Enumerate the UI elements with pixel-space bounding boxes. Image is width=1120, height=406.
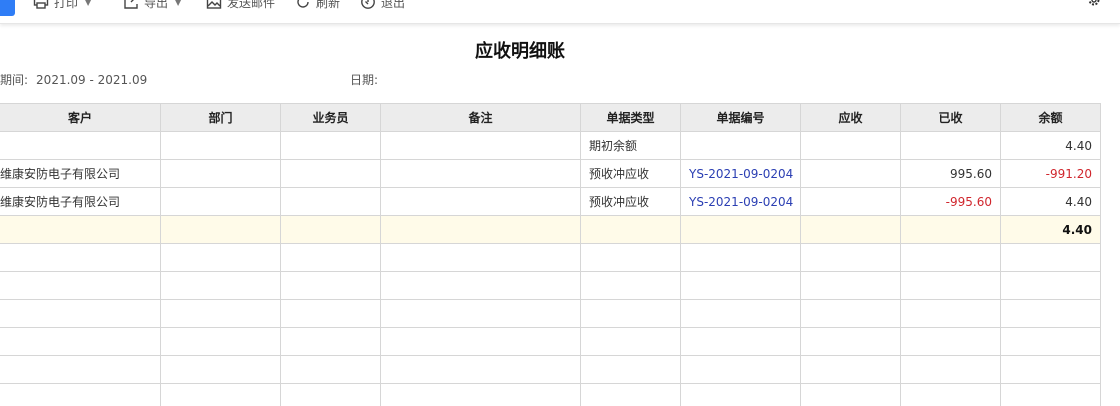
table-row[interactable]: 维康安防电子有限公司 预收冲应收 YS-2021-09-0204 -995.60…	[0, 187, 1101, 216]
period-value: 2021.09 - 2021.09	[36, 73, 148, 87]
cell-balance: 4.40	[1000, 187, 1101, 216]
ledger-table: 客户 部门 业务员 备注 单据类型 单据编号 应收 已收 余额 期初余额 4.4…	[0, 103, 1101, 406]
total-row: 4.40	[0, 215, 1101, 244]
cell-doc-type: 预收冲应收	[580, 187, 681, 216]
report-title: 应收明细账	[475, 41, 565, 62]
table-row[interactable]: 期初余额 4.40	[0, 131, 1101, 160]
cell-note	[380, 131, 581, 160]
period-label: 期间:	[0, 73, 29, 87]
empty-row	[0, 271, 1101, 300]
col-header-salesperson[interactable]: 业务员	[280, 103, 381, 132]
doc-no-link[interactable]: YS-2021-09-0204	[680, 187, 801, 216]
col-header-receivable[interactable]: 应收	[800, 103, 901, 132]
chevron-down-icon: ▼	[175, 0, 182, 7]
cell-doc-no	[680, 131, 801, 160]
exit-icon	[361, 0, 375, 9]
empty-row	[0, 355, 1101, 384]
chevron-down-icon: ▼	[85, 0, 92, 7]
exit-button[interactable]: 退出	[360, 0, 405, 12]
cell-received	[900, 131, 1001, 160]
table-header: 客户 部门 业务员 备注 单据类型 单据编号 应收 已收 余额	[0, 103, 1101, 132]
refresh-label: 刷新	[316, 0, 341, 10]
date-label: 日期:	[350, 73, 379, 87]
date-meta: 日期:	[350, 71, 378, 88]
image-mail-icon	[206, 0, 222, 9]
table-row[interactable]: 维康安防电子有限公司 预收冲应收 YS-2021-09-0204 995.60 …	[0, 159, 1101, 188]
print-label: 打印	[54, 0, 79, 10]
cell-receivable	[800, 159, 901, 188]
toolbar: 打印 ▼ 导出 ▼ 发送邮件 刷新 退出	[0, 0, 1120, 24]
cell-note	[380, 159, 581, 188]
cell-doc-type: 期初余额	[580, 131, 681, 160]
col-header-balance[interactable]: 余额	[1000, 103, 1101, 132]
col-header-customer[interactable]: 客户	[0, 103, 161, 132]
cell-receivable	[800, 187, 901, 216]
print-button[interactable]: 打印 ▼	[33, 0, 91, 12]
col-header-department[interactable]: 部门	[160, 103, 281, 132]
col-header-note[interactable]: 备注	[380, 103, 581, 132]
cell-salesperson	[280, 131, 381, 160]
empty-row	[0, 243, 1101, 272]
cell-customer: 维康安防电子有限公司	[0, 187, 161, 216]
cell-balance: -991.20	[1000, 159, 1101, 188]
doc-no-link[interactable]: YS-2021-09-0204	[680, 159, 801, 188]
empty-row	[0, 327, 1101, 356]
send-email-button[interactable]: 发送邮件	[206, 0, 275, 12]
toolbar-accent	[0, 0, 15, 16]
exit-label: 退出	[381, 0, 406, 10]
cell-department	[160, 131, 281, 160]
empty-row	[0, 383, 1101, 406]
cell-salesperson	[280, 187, 381, 216]
refresh-button[interactable]: 刷新	[295, 0, 340, 12]
cell-doc-type: 预收冲应收	[580, 159, 681, 188]
col-header-received[interactable]: 已收	[900, 103, 1001, 132]
send-email-label: 发送邮件	[227, 0, 276, 10]
empty-row	[0, 299, 1101, 328]
col-header-doc-no[interactable]: 单据编号	[680, 103, 801, 132]
export-icon	[124, 0, 138, 9]
cell-received: 995.60	[900, 159, 1001, 188]
export-label: 导出	[144, 0, 169, 10]
printer-icon	[33, 0, 49, 9]
cell-customer: 维康安防电子有限公司	[0, 159, 161, 188]
refresh-icon	[297, 0, 309, 8]
cell-received: -995.60	[900, 187, 1001, 216]
cell-customer	[0, 131, 161, 160]
total-balance: 4.40	[1000, 215, 1101, 244]
export-button[interactable]: 导出 ▼	[123, 0, 181, 12]
period-meta: 期间: 2021.09 - 2021.09	[0, 71, 147, 88]
cell-salesperson	[280, 159, 381, 188]
cell-department	[160, 159, 281, 188]
cell-note	[380, 187, 581, 216]
cell-department	[160, 187, 281, 216]
gear-icon[interactable]	[1086, 0, 1102, 8]
col-header-doc-type[interactable]: 单据类型	[580, 103, 681, 132]
cell-balance: 4.40	[1000, 131, 1101, 160]
cell-receivable	[800, 131, 901, 160]
